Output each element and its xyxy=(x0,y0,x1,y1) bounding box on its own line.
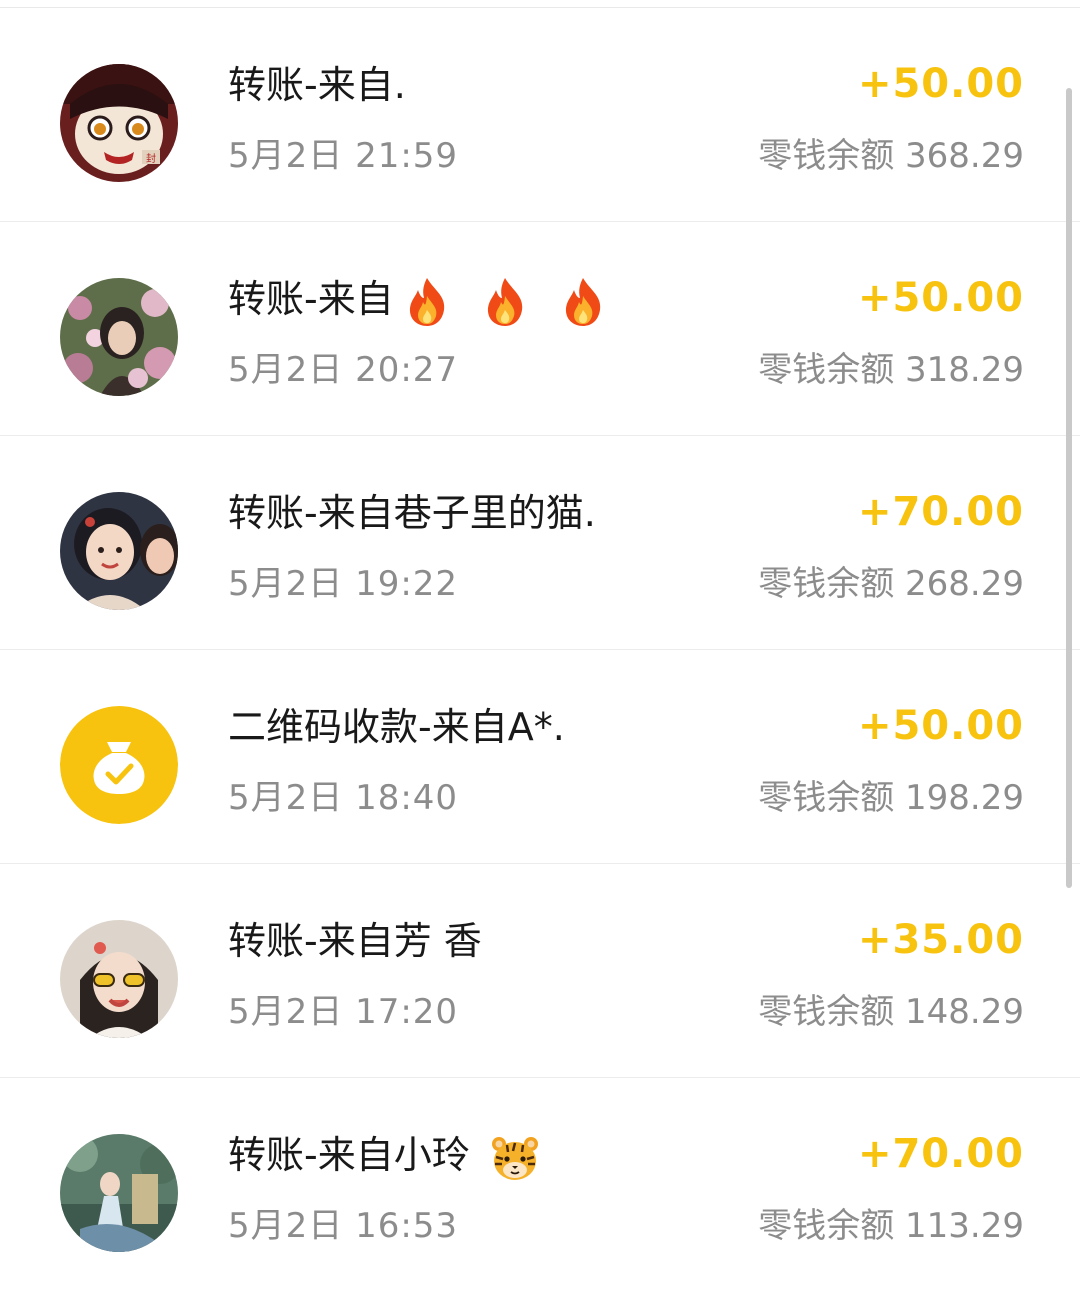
transaction-title-text: 转账-来自 xyxy=(228,277,394,321)
transaction-title: 转账-来自. xyxy=(228,60,406,110)
child-with-sunglasses-avatar xyxy=(60,920,178,1038)
transaction-amount: +50.00 xyxy=(857,703,1024,749)
transaction-row[interactable]: 转账-来自小玲 5月2日 16:53 +70.00 零钱余额 113.29 xyxy=(0,1078,1080,1292)
fire-emoji-icon xyxy=(409,278,444,327)
tiger-face-emoji-icon xyxy=(491,1137,538,1181)
transaction-title: 二维码收款-来自A*. xyxy=(228,702,565,752)
transaction-title-text: 转账-来自巷子里的猫. xyxy=(228,491,596,535)
transaction-row[interactable]: 二维码收款-来自A*. 5月2日 18:40 +50.00 零钱余额 198.2… xyxy=(0,650,1080,864)
transaction-date: 5月2日 20:27 xyxy=(228,350,459,390)
transaction-date: 5月2日 17:20 xyxy=(228,992,459,1032)
transaction-date: 5月2日 16:53 xyxy=(228,1206,459,1246)
illustrated-girls-avatar xyxy=(60,492,178,610)
transaction-amount: +70.00 xyxy=(857,1131,1024,1177)
svg-text:封: 封 xyxy=(146,152,156,165)
transaction-title: 转账-来自 xyxy=(228,274,626,328)
transaction-date: 5月2日 18:40 xyxy=(228,778,459,818)
fire-emoji-icon xyxy=(565,278,601,327)
transaction-list: 封 转账-来自. 5月2日 21:59 +50.00 零钱余额 368.29 转… xyxy=(0,8,1080,1292)
wallet-balance: 零钱余额 368.29 xyxy=(758,136,1024,176)
wallet-balance: 零钱余额 268.29 xyxy=(758,564,1024,604)
wallet-balance: 零钱余额 113.29 xyxy=(758,1206,1024,1246)
wallet-balance: 零钱余额 318.29 xyxy=(758,350,1024,390)
wallet-balance: 零钱余额 148.29 xyxy=(758,992,1024,1032)
transaction-title-text: 转账-来自. xyxy=(228,63,406,107)
transaction-title-text: 转账-来自芳 香 xyxy=(228,919,482,963)
fire-emojis xyxy=(404,275,626,329)
transaction-amount: +50.00 xyxy=(857,275,1024,321)
anime-character-avatar: 封 xyxy=(60,64,178,182)
tiger-emojis xyxy=(490,1132,560,1184)
transaction-date: 5月2日 19:22 xyxy=(228,564,459,604)
transaction-title: 转账-来自芳 香 xyxy=(228,916,482,966)
transaction-title-text: 转账-来自小玲 xyxy=(228,1133,470,1177)
transaction-amount: +70.00 xyxy=(857,489,1024,535)
transaction-row[interactable]: 封 转账-来自. 5月2日 21:59 +50.00 零钱余额 368.29 xyxy=(0,8,1080,222)
fire-emoji-icon xyxy=(487,278,523,327)
wallet-balance: 零钱余额 198.29 xyxy=(758,778,1024,818)
transaction-title: 转账-来自小玲 xyxy=(228,1130,560,1183)
transaction-row[interactable]: 转账-来自芳 香 5月2日 17:20 +35.00 零钱余额 148.29 xyxy=(0,864,1080,1078)
girl-in-flowers-avatar xyxy=(60,278,178,396)
transaction-amount: +35.00 xyxy=(857,917,1024,963)
transaction-title: 转账-来自巷子里的猫. xyxy=(228,488,596,538)
outdoor-person-avatar xyxy=(60,1134,178,1252)
transaction-title-text: 二维码收款-来自A*. xyxy=(228,705,565,749)
transaction-amount: +50.00 xyxy=(857,61,1024,107)
transaction-row[interactable]: 转账-来自 5月2日 20:27 +50.00 零钱余额 318.29 xyxy=(0,222,1080,436)
transaction-date: 5月2日 21:59 xyxy=(228,136,459,176)
scrollbar[interactable] xyxy=(1066,88,1072,888)
transaction-row[interactable]: 转账-来自巷子里的猫. 5月2日 19:22 +70.00 零钱余额 268.2… xyxy=(0,436,1080,650)
money-bag-check-icon xyxy=(60,706,178,824)
